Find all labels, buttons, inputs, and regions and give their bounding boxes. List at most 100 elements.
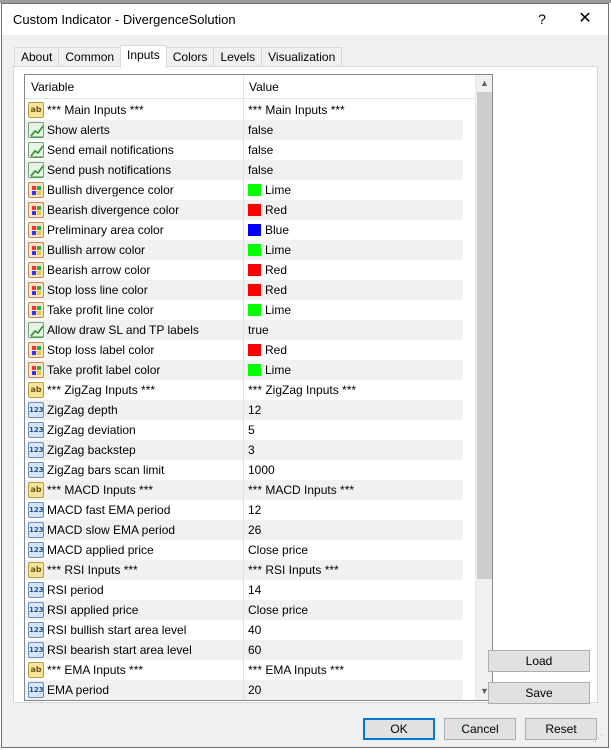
variable-cell[interactable]: 123 RSI bearish start area level (25, 640, 244, 660)
tab-inputs[interactable]: Inputs (120, 45, 167, 68)
resize-grip-icon[interactable]: ⋰ (594, 733, 606, 745)
value-cell[interactable]: false (244, 160, 463, 180)
value-cell[interactable]: Red (244, 280, 463, 300)
vertical-scrollbar[interactable]: ▲ ▼ (475, 75, 492, 700)
value-cell[interactable]: 1000 (244, 460, 463, 480)
variable-cell[interactable]: 123 MACD slow EMA period (25, 520, 244, 540)
grid-row[interactable]: 123 MACD slow EMA period 26 (25, 520, 463, 540)
variable-cell[interactable]: 123 ZigZag bars scan limit (25, 460, 244, 480)
grid-row[interactable]: Bearish divergence color Red (25, 200, 463, 220)
value-cell[interactable]: Lime (244, 300, 463, 320)
value-cell[interactable]: false (244, 120, 463, 140)
value-cell[interactable]: Red (244, 340, 463, 360)
grid-row[interactable]: ab *** EMA Inputs *** *** EMA Inputs *** (25, 660, 463, 680)
variable-cell[interactable]: Take profit line color (25, 300, 244, 320)
value-cell[interactable]: 5 (244, 420, 463, 440)
value-cell[interactable]: Close price (244, 600, 463, 620)
variable-cell[interactable]: 123 RSI period (25, 580, 244, 600)
grid-row[interactable]: Send push notifications false (25, 160, 463, 180)
save-button[interactable]: Save (488, 682, 590, 704)
variable-cell[interactable]: 123 MACD applied price (25, 540, 244, 560)
variable-cell[interactable]: 123 ZigZag depth (25, 400, 244, 420)
variable-cell[interactable]: Take profit label color (25, 360, 244, 380)
variable-cell[interactable]: 123 ZigZag backstep (25, 440, 244, 460)
value-cell[interactable]: *** RSI Inputs *** (244, 560, 463, 580)
cancel-button[interactable]: Cancel (444, 718, 516, 740)
value-cell[interactable]: Lime (244, 240, 463, 260)
grid-row[interactable]: Send email notifications false (25, 140, 463, 160)
value-cell[interactable]: 26 (244, 520, 463, 540)
variable-cell[interactable]: Preliminary area color (25, 220, 244, 240)
grid-row[interactable]: 123 MACD fast EMA period 12 (25, 500, 463, 520)
grid-row[interactable]: ab *** ZigZag Inputs *** *** ZigZag Inputs… (25, 380, 463, 400)
value-cell[interactable]: 14 (244, 580, 463, 600)
value-cell[interactable]: Red (244, 260, 463, 280)
value-cell[interactable]: Blue (244, 220, 463, 240)
value-cell[interactable]: *** MACD Inputs *** (244, 480, 463, 500)
value-cell[interactable]: 40 (244, 620, 463, 640)
grid-row[interactable]: Bearish arrow color Red (25, 260, 463, 280)
value-cell[interactable]: *** EMA Inputs *** (244, 660, 463, 680)
tab-visualization[interactable]: Visualization (261, 47, 343, 67)
variable-cell[interactable]: Stop loss line color (25, 280, 244, 300)
grid-row[interactable]: 123 MACD applied price Close price (25, 540, 463, 560)
value-cell[interactable]: *** ZigZag Inputs *** (244, 380, 463, 400)
variable-cell[interactable]: ab *** Main Inputs *** (25, 100, 244, 120)
value-cell[interactable]: 60 (244, 640, 463, 660)
variable-cell[interactable]: Send email notifications (25, 140, 244, 160)
help-button[interactable]: ? (522, 6, 562, 32)
grid-row[interactable]: 123 ZigZag deviation 5 (25, 420, 463, 440)
tab-levels[interactable]: Levels (213, 47, 263, 67)
grid-row[interactable]: Show alerts false (25, 120, 463, 140)
grid-row[interactable]: Bullish arrow color Lime (25, 240, 463, 260)
grid-row[interactable]: Bullish divergence color Lime (25, 180, 463, 200)
column-header-variable[interactable]: Variable (25, 75, 244, 99)
value-cell[interactable]: Close price (244, 540, 463, 560)
column-header-value[interactable]: Value (244, 75, 475, 99)
value-cell[interactable]: Lime (244, 360, 463, 380)
title-bar[interactable]: Custom Indicator - DivergenceSolution ? … (2, 4, 608, 35)
value-cell[interactable]: 3 (244, 440, 463, 460)
grid-row[interactable]: Preliminary area color Blue (25, 220, 463, 240)
grid-row[interactable]: Allow draw SL and TP labels true (25, 320, 463, 340)
tab-common[interactable]: Common (58, 47, 122, 67)
grid-row[interactable]: Stop loss line color Red (25, 280, 463, 300)
grid-row[interactable]: Take profit label color Lime (25, 360, 463, 380)
grid-row[interactable]: Take profit line color Lime (25, 300, 463, 320)
value-cell[interactable]: 12 (244, 400, 463, 420)
grid-row[interactable]: 123 ZigZag depth 12 (25, 400, 463, 420)
scrollbar-thumb[interactable] (477, 92, 492, 579)
grid-row[interactable]: 123 RSI applied price Close price (25, 600, 463, 620)
variable-cell[interactable]: ab *** MACD Inputs *** (25, 480, 244, 500)
ok-button[interactable]: OK (363, 718, 435, 740)
variable-cell[interactable]: Send push notifications (25, 160, 244, 180)
value-cell[interactable]: 20 (244, 680, 463, 700)
variable-cell[interactable]: Show alerts (25, 120, 244, 140)
reset-button[interactable]: Reset (525, 718, 597, 740)
variable-cell[interactable]: 123 EMA period (25, 680, 244, 700)
load-button[interactable]: Load (488, 650, 590, 672)
grid-row[interactable]: 123 RSI bearish start area level 60 (25, 640, 463, 660)
grid-row[interactable]: 123 RSI bullish start area level 40 (25, 620, 463, 640)
tab-colors[interactable]: Colors (165, 47, 215, 67)
variable-cell[interactable]: ab *** ZigZag Inputs *** (25, 380, 244, 400)
variable-cell[interactable]: Allow draw SL and TP labels (25, 320, 244, 340)
grid-row[interactable]: Stop loss label color Red (25, 340, 463, 360)
variable-cell[interactable]: 123 ZigZag deviation (25, 420, 244, 440)
variable-cell[interactable]: Bearish divergence color (25, 200, 244, 220)
grid-row[interactable]: ab *** MACD Inputs *** *** MACD Inputs *** (25, 480, 463, 500)
grid-row[interactable]: 123 ZigZag backstep 3 (25, 440, 463, 460)
value-cell[interactable]: Red (244, 200, 463, 220)
value-cell[interactable]: *** Main Inputs *** (244, 100, 463, 120)
grid-row[interactable]: 123 ZigZag bars scan limit 1000 (25, 460, 463, 480)
value-cell[interactable]: 12 (244, 500, 463, 520)
variable-cell[interactable]: ab *** RSI Inputs *** (25, 560, 244, 580)
grid-row[interactable]: ab *** RSI Inputs *** *** RSI Inputs *** (25, 560, 463, 580)
close-button[interactable]: ✕ (565, 6, 605, 32)
variable-cell[interactable]: Bearish arrow color (25, 260, 244, 280)
variable-cell[interactable]: 123 MACD fast EMA period (25, 500, 244, 520)
grid-row[interactable]: ab *** Main Inputs *** *** Main Inputs *** (25, 100, 463, 120)
variable-cell[interactable]: Stop loss label color (25, 340, 244, 360)
grid-row[interactable]: 123 RSI period 14 (25, 580, 463, 600)
variable-cell[interactable]: Bullish divergence color (25, 180, 244, 200)
